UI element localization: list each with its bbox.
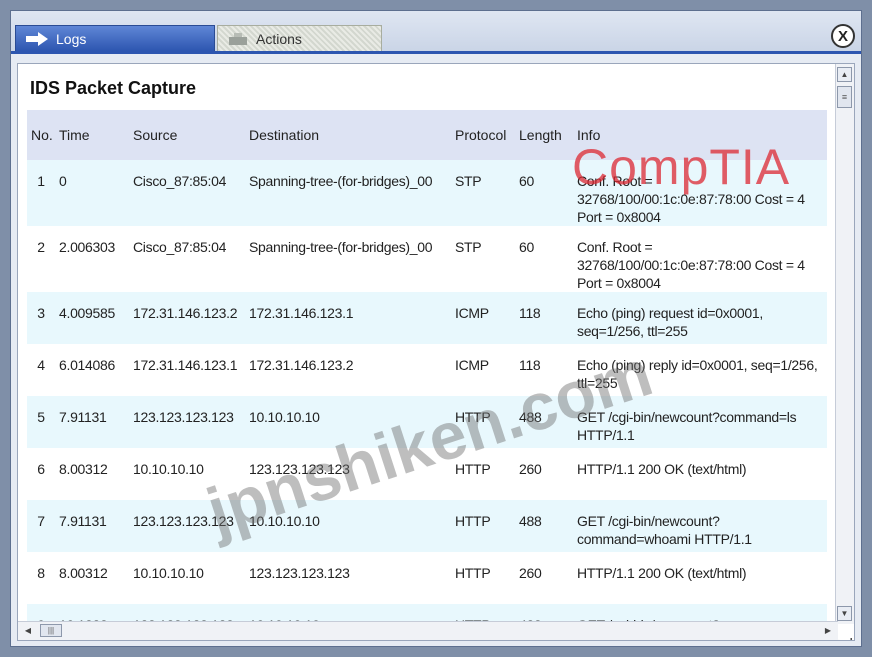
cell-protocol: STP (451, 160, 515, 226)
cell-time: 7.91131 (55, 500, 129, 552)
packet-table: No. Time Source Destination Protocol Len… (27, 110, 854, 640)
table-row[interactable]: 4 6.014086 172.31.146.123.1 172.31.146.1… (27, 344, 827, 396)
tab-underline (11, 51, 861, 54)
cell-destination: 172.31.146.123.2 (245, 344, 451, 396)
cell-destination: Spanning-tree-(for-bridges)_00 (245, 160, 451, 226)
cell-length: 488 (515, 500, 573, 552)
tab-bar: Logs Actions X (11, 11, 861, 54)
table-row[interactable]: 3 4.009585 172.31.146.123.2 172.31.146.1… (27, 292, 827, 344)
cell-info: Echo (ping) request id=0x0001, seq=1/256… (573, 292, 827, 344)
cell-protocol: HTTP (451, 396, 515, 448)
cell-info: GET /cgi-bin/newcount?command=whoami HTT… (573, 500, 827, 552)
cell-protocol: STP (451, 226, 515, 292)
vertical-scroll-thumb[interactable]: ≡ (837, 86, 852, 108)
table-header-row: No. Time Source Destination Protocol Len… (27, 110, 827, 160)
table-row[interactable]: 1 0 Cisco_87:85:04 Spanning-tree-(for-br… (27, 160, 827, 226)
horizontal-scroll-thumb[interactable]: ||| (40, 624, 62, 637)
cell-destination: 10.10.10.10 (245, 396, 451, 448)
tab-actions-label: Actions (256, 30, 302, 47)
cell-no: 4 (27, 344, 55, 396)
cell-time: 4.009585 (55, 292, 129, 344)
cell-info: Conf. Root = 32768/100/00:1c:0e:87:78:00… (573, 160, 827, 226)
horizontal-scrollbar[interactable]: ◀ ||| ▶ (18, 621, 838, 640)
cell-time: 0 (55, 160, 129, 226)
cell-length: 60 (515, 160, 573, 226)
col-no[interactable]: No. (27, 110, 55, 160)
cell-no: 3 (27, 292, 55, 344)
cell-no: 8 (27, 552, 55, 604)
cell-time: 8.00312 (55, 448, 129, 500)
arrow-right-icon (26, 31, 48, 46)
cell-time: 2.006303 (55, 226, 129, 292)
cell-source: Cisco_87:85:04 (129, 160, 245, 226)
cell-destination: 123.123.123.123 (245, 552, 451, 604)
close-button[interactable]: X (831, 24, 855, 48)
cell-destination: 10.10.10.10 (245, 500, 451, 552)
scroll-down-icon[interactable]: ▼ (837, 606, 852, 621)
cell-info: Conf. Root = 32768/100/00:1c:0e:87:78:00… (573, 226, 827, 292)
cell-no: 1 (27, 160, 55, 226)
cell-source: 10.10.10.10 (129, 552, 245, 604)
cell-source: 172.31.146.123.1 (129, 344, 245, 396)
cell-source: Cisco_87:85:04 (129, 226, 245, 292)
table-row[interactable]: 2 2.006303 Cisco_87:85:04 Spanning-tree-… (27, 226, 827, 292)
cell-no: 7 (27, 500, 55, 552)
cell-destination: 172.31.146.123.1 (245, 292, 451, 344)
cell-no: 6 (27, 448, 55, 500)
cell-source: 123.123.123.123 (129, 500, 245, 552)
cell-length: 118 (515, 344, 573, 396)
cell-time: 8.00312 (55, 552, 129, 604)
scroll-right-icon[interactable]: ▶ (821, 623, 835, 638)
tab-logs-label: Logs (56, 30, 87, 47)
cell-source: 123.123.123.123 (129, 396, 245, 448)
logs-window: Logs Actions X IDS Packet Capture No. Ti… (10, 10, 862, 647)
table-row[interactable]: 8 8.00312 10.10.10.10 123.123.123.123 HT… (27, 552, 827, 604)
tab-actions[interactable]: Actions (217, 25, 382, 51)
cell-no: 2 (27, 226, 55, 292)
cell-no: 5 (27, 396, 55, 448)
cell-info: Echo (ping) reply id=0x0001, seq=1/256, … (573, 344, 827, 396)
cell-time: 6.014086 (55, 344, 129, 396)
cell-destination: Spanning-tree-(for-bridges)_00 (245, 226, 451, 292)
tab-logs[interactable]: Logs (15, 25, 215, 51)
cell-protocol: HTTP (451, 552, 515, 604)
cell-time: 7.91131 (55, 396, 129, 448)
table-row[interactable]: 5 7.91131 123.123.123.123 10.10.10.10 HT… (27, 396, 827, 448)
col-time[interactable]: Time (55, 110, 129, 160)
col-length[interactable]: Length (515, 110, 573, 160)
col-info[interactable]: Info (573, 110, 827, 160)
cell-length: 60 (515, 226, 573, 292)
col-protocol[interactable]: Protocol (451, 110, 515, 160)
cell-source: 172.31.146.123.2 (129, 292, 245, 344)
vertical-scrollbar[interactable]: ▲ ≡ ▼ (835, 64, 854, 624)
scroll-up-icon[interactable]: ▲ (837, 67, 852, 82)
cell-protocol: ICMP (451, 344, 515, 396)
cell-length: 260 (515, 448, 573, 500)
table-row[interactable]: 7 7.91131 123.123.123.123 10.10.10.10 HT… (27, 500, 827, 552)
cell-protocol: HTTP (451, 448, 515, 500)
cell-length: 488 (515, 396, 573, 448)
col-destination[interactable]: Destination (245, 110, 451, 160)
cell-length: 118 (515, 292, 573, 344)
cell-destination: 123.123.123.123 (245, 448, 451, 500)
capture-panel: IDS Packet Capture No. Time Source Desti… (17, 63, 855, 641)
tools-icon (228, 32, 248, 46)
cell-source: 10.10.10.10 (129, 448, 245, 500)
cell-info: GET /cgi-bin/newcount?command=ls HTTP/1.… (573, 396, 827, 448)
close-icon: X (837, 27, 848, 45)
cell-protocol: ICMP (451, 292, 515, 344)
col-source[interactable]: Source (129, 110, 245, 160)
table-row[interactable]: 6 8.00312 10.10.10.10 123.123.123.123 HT… (27, 448, 827, 500)
scroll-left-icon[interactable]: ◀ (21, 623, 35, 638)
page-title: IDS Packet Capture (30, 78, 197, 98)
cell-protocol: HTTP (451, 500, 515, 552)
cell-length: 260 (515, 552, 573, 604)
cell-info: HTTP/1.1 200 OK (text/html) (573, 552, 827, 604)
cell-info: HTTP/1.1 200 OK (text/html) (573, 448, 827, 500)
